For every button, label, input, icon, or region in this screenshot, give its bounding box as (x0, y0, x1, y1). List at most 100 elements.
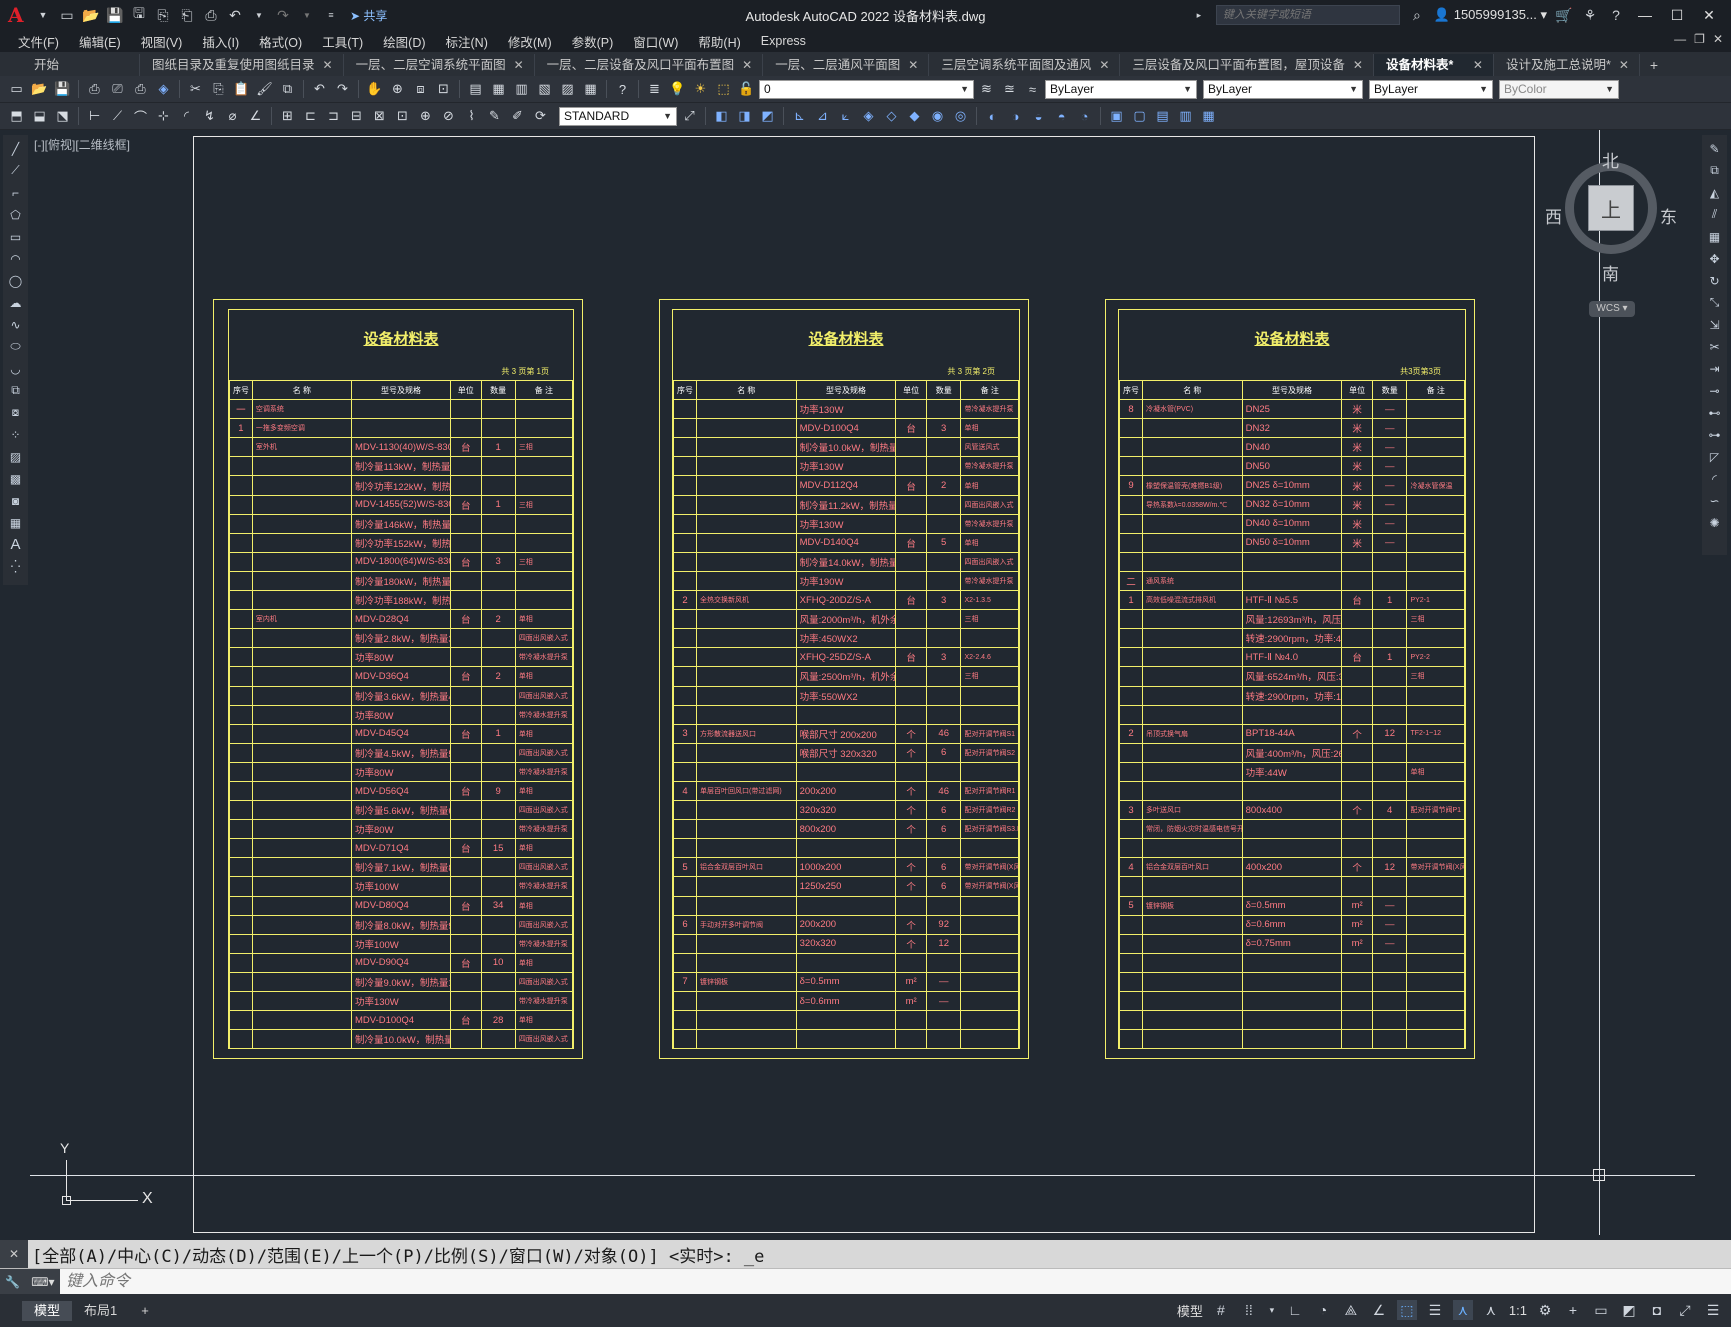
walk-icon[interactable]: ◓ (1051, 106, 1072, 127)
zoom-previous-icon[interactable]: ⊡ (433, 79, 454, 100)
quickcalc-icon[interactable]: ▦ (580, 79, 601, 100)
join-icon[interactable]: ⊶ (1705, 425, 1725, 444)
region-icon[interactable]: ◙ (6, 491, 26, 510)
object-track-icon[interactable]: ∠ (1369, 1300, 1389, 1320)
layout-tab-model[interactable]: 模型 (22, 1300, 73, 1321)
menu-parametric[interactable]: 参数(P) (562, 32, 624, 51)
maximize-icon[interactable]: ☐ (1665, 7, 1689, 24)
menu-draw[interactable]: 绘图(D) (373, 32, 435, 51)
construction-line-icon[interactable]: ⟋ (6, 161, 26, 180)
viewcube[interactable]: 上 北 南 东 西 WCS ▾ (1545, 145, 1677, 317)
dim-arc-icon[interactable]: ⌒ (130, 106, 151, 127)
camera-icon[interactable]: ◔ (1074, 106, 1095, 127)
drawing-area[interactable]: [-][俯视][二维线框] 设备材料表 共 3 页第 1页 序号名 称型号及规格… (30, 130, 1695, 1235)
inspection-icon[interactable]: ⊘ (438, 106, 459, 127)
help-icon[interactable]: ? (1607, 7, 1625, 23)
redo-icon[interactable]: ↷ (274, 7, 292, 24)
close-icon[interactable]: ✕ (908, 54, 918, 76)
line-icon[interactable]: ╱ (6, 139, 26, 158)
insert-block-icon[interactable]: ⧉ (6, 381, 26, 400)
layer-previous-icon[interactable]: ≊ (999, 79, 1020, 100)
dim-style-icon[interactable]: ⤢ (679, 106, 700, 127)
close-icon[interactable]: ✕ (1353, 54, 1363, 76)
center-mark-icon[interactable]: ⊕ (415, 106, 436, 127)
tab-design-notes[interactable]: 设计及施工总说明* ✕ (1494, 54, 1640, 76)
offset-icon[interactable]: ⫽ (1705, 205, 1725, 224)
layer-on-icon[interactable]: 💡 (667, 79, 688, 100)
gradient-icon[interactable]: ▩ (6, 469, 26, 488)
search-icon[interactable]: ⌕ (1408, 7, 1426, 24)
clean-screen-icon[interactable]: ⤢ (1675, 1300, 1695, 1320)
fillet-icon[interactable]: ◜ (1705, 469, 1725, 488)
ucs-view-icon[interactable]: ◆ (904, 106, 925, 127)
viewcube-top-face[interactable]: 上 (1588, 185, 1634, 231)
jogged-linear-icon[interactable]: ⌇ (461, 106, 482, 127)
ucs-object-icon[interactable]: ◇ (881, 106, 902, 127)
extend-icon[interactable]: ⇥ (1705, 359, 1725, 378)
menu-modify[interactable]: 修改(M) (498, 32, 562, 51)
menu-format[interactable]: 格式(O) (249, 32, 312, 51)
close-icon[interactable]: ✕ (1619, 54, 1629, 76)
revcloud-icon[interactable]: ☁ (6, 293, 26, 312)
block-editor-icon[interactable]: ⧉ (277, 79, 298, 100)
model-space-icon[interactable]: ▣ (1106, 106, 1127, 127)
linetype-dropdown[interactable]: ByLayer ▼ (1203, 79, 1363, 99)
view-front-icon[interactable]: ◧ (711, 106, 732, 127)
user-account[interactable]: 👤 1505999135... ▾ (1434, 7, 1547, 23)
mirror-icon[interactable]: ◭ (1705, 183, 1725, 202)
compass-south[interactable]: 南 (1602, 260, 1619, 285)
view-back-icon[interactable]: ◨ (734, 106, 755, 127)
orbit-icon[interactable]: ◒ (1028, 106, 1049, 127)
plotstyle-dropdown[interactable]: ByColor ▼ (1499, 79, 1619, 99)
make-block-icon[interactable]: ⧇ (6, 403, 26, 422)
layer-state-icon[interactable]: ≈ (1022, 79, 1043, 100)
arc-icon[interactable]: ◠ (6, 249, 26, 268)
osnap-icon[interactable]: ⬚ (1396, 1300, 1417, 1320)
undo-icon[interactable]: ↶ (226, 7, 244, 24)
tab-start[interactable]: 开始 (22, 54, 140, 76)
dim-ordinate-icon[interactable]: ⊹ (153, 106, 174, 127)
dim-linear-icon[interactable]: ⊢ (84, 106, 105, 127)
quick-properties-icon[interactable]: ◩ (1619, 1300, 1639, 1320)
properties-icon[interactable]: ▤ (465, 79, 486, 100)
close-icon[interactable]: ✕ (514, 54, 524, 76)
undo-arrow-icon[interactable]: ▼ (250, 11, 268, 20)
plot-icon[interactable]: ⎙ (202, 7, 220, 24)
new-tab-icon[interactable]: + (1640, 54, 1668, 76)
annotation-visibility-icon[interactable]: ⋏ (1452, 1300, 1473, 1320)
layer-freeze-icon[interactable]: ☀ (690, 79, 711, 100)
break-at-point-icon[interactable]: ⊸ (1705, 381, 1725, 400)
dim-baseline-icon[interactable]: ⊏ (300, 106, 321, 127)
workspace-gear-icon[interactable]: ⚙ (1535, 1300, 1555, 1320)
tab-floor12-ac-plan[interactable]: 一层、二层空调系统平面图 ✕ (344, 54, 535, 76)
autoscale-icon[interactable]: ⋏ (1481, 1300, 1501, 1320)
menu-insert[interactable]: 插入(I) (192, 32, 249, 51)
recent-commands-icon[interactable]: ⌨▾ (31, 1275, 54, 1289)
close-icon[interactable]: ✕ (1473, 54, 1483, 76)
ucs-face-icon[interactable]: ◈ (858, 106, 879, 127)
ortho-icon[interactable]: ∟ (1285, 1300, 1305, 1320)
tool-palettes-icon[interactable]: ▥ (511, 79, 532, 100)
open-file-icon[interactable]: 📂 (82, 7, 100, 24)
keyword-search-input[interactable] (1215, 5, 1400, 25)
save-icon[interactable]: 💾 (106, 7, 124, 24)
menu-help[interactable]: 帮助(H) (688, 32, 750, 51)
menu-tools[interactable]: 工具(T) (312, 32, 373, 51)
grid-icon[interactable]: # (1211, 1300, 1231, 1320)
doc-close-icon[interactable]: ✕ (1713, 32, 1723, 46)
match-properties-icon[interactable]: 🖌 (254, 79, 275, 100)
undo-icon[interactable]: ↶ (309, 79, 330, 100)
new-icon[interactable]: ▭ (6, 79, 27, 100)
dim-diameter-icon[interactable]: ⌀ (222, 106, 243, 127)
dim-aligned-icon[interactable]: ⟋ (107, 106, 128, 127)
customize-wrench-icon[interactable]: 🔧 (5, 1275, 20, 1289)
wcs-menu[interactable]: WCS ▾ (1589, 301, 1635, 317)
color-dropdown[interactable]: ByLayer ▼ (1045, 79, 1197, 99)
open-icon[interactable]: 📂 (29, 79, 50, 100)
lineweight-icon[interactable]: ☰ (1425, 1300, 1445, 1320)
minimize-icon[interactable]: — (1633, 7, 1657, 23)
ucs-zaxis-icon[interactable]: ◎ (950, 106, 971, 127)
cut-icon[interactable]: ✂ (185, 79, 206, 100)
stretch-icon[interactable]: ⇲ (1705, 315, 1725, 334)
move-icon[interactable]: ✥ (1705, 249, 1725, 268)
